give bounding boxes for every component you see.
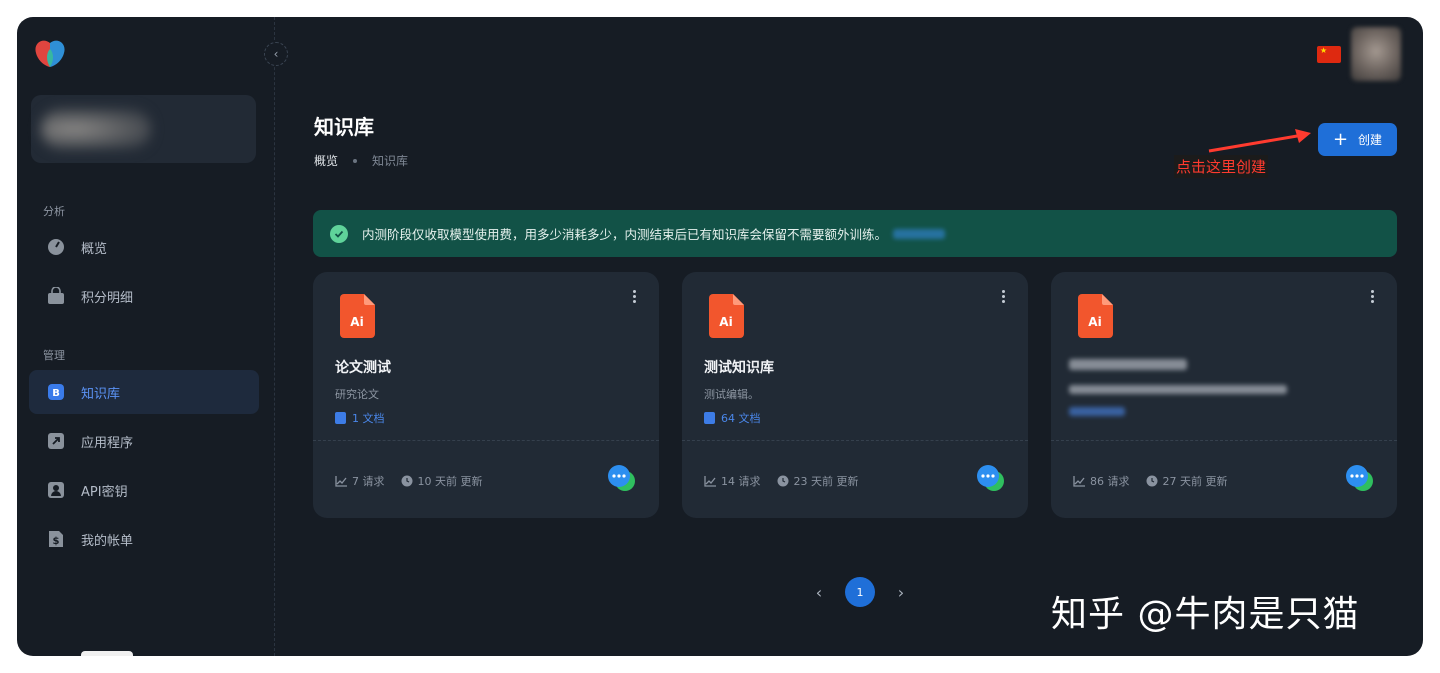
notice-text: 内测阶段仅收取模型使用费，用多少消耗多少，内测结束后已有知识库会保留不需要额外训… (362, 227, 888, 242)
bill-icon: $ (47, 530, 65, 548)
create-button-label: 创建 (1358, 133, 1383, 147)
chart-line-icon (335, 475, 347, 487)
breadcrumb-current: 知识库 (372, 154, 409, 168)
card-doc-count-blurred (1069, 407, 1125, 416)
knowledge-card[interactable]: Ai 86 请求 27 天前 更新 (1051, 272, 1397, 518)
svg-text:Ai: Ai (1088, 315, 1101, 329)
next-page-button[interactable]: › (891, 583, 911, 602)
account-card[interactable] (31, 95, 256, 163)
more-vertical-icon[interactable] (1002, 290, 1006, 305)
sidebar-item-label: API密钥 (81, 484, 128, 500)
bag-icon (47, 287, 65, 305)
clock-icon (401, 475, 412, 487)
pagination: ‹ 1 › (809, 577, 911, 607)
prev-page-button[interactable]: ‹ (809, 583, 829, 602)
request-count: 86 请求 (1090, 475, 1130, 488)
doc-count-label: 1 文档 (352, 412, 385, 425)
ai-file-icon: Ai (709, 294, 744, 338)
svg-text:Ai: Ai (719, 315, 732, 329)
sidebar-item-overview[interactable]: 概览 (29, 225, 259, 269)
app-window: 分析 概览 积分明细 管理 B 知识库 应用程序 API密钥 $ 我的帐单 ‹ … (17, 17, 1423, 656)
section-label-analysis: 分析 (43, 205, 65, 218)
svg-text:B: B (52, 388, 60, 399)
card-title-blurred (1069, 359, 1187, 370)
language-flag-icon[interactable]: ★ (1317, 46, 1341, 63)
svg-text:$: $ (53, 536, 60, 547)
notice-link-blurred[interactable] (893, 228, 946, 239)
check-circle-icon (330, 224, 348, 243)
document-icon (704, 412, 715, 424)
section-label-manage: 管理 (43, 349, 65, 362)
chat-bubble-icon[interactable] (976, 464, 1006, 492)
sidebar-item-label: 应用程序 (81, 435, 134, 451)
sidebar-item-billing[interactable]: $ 我的帐单 (29, 517, 259, 561)
breadcrumb-separator (353, 158, 358, 163)
more-vertical-icon[interactable] (633, 290, 637, 305)
dashboard-icon (47, 238, 65, 256)
more-vertical-icon[interactable] (1371, 290, 1375, 305)
sidebar-item-label: 积分明细 (81, 290, 134, 306)
chat-bubble-icon[interactable] (607, 464, 637, 492)
app-logo-icon[interactable] (33, 39, 67, 69)
clock-icon (777, 475, 788, 487)
sidebar-item-knowledge-base[interactable]: B 知识库 (29, 370, 259, 414)
app-arrow-icon (47, 432, 65, 450)
sidebar-item-points[interactable]: 积分明细 (29, 274, 259, 318)
card-divider (313, 440, 659, 441)
ai-file-icon: Ai (1078, 294, 1113, 338)
ai-file-icon: Ai (340, 294, 375, 338)
request-count: 7 请求 (352, 475, 385, 488)
plus-icon: + (1332, 128, 1349, 150)
chart-line-icon (1073, 475, 1085, 487)
clock-icon (1146, 475, 1157, 487)
breadcrumb: 概览 知识库 (314, 152, 408, 169)
card-title: 论文测试 (335, 360, 391, 376)
chart-line-icon (704, 475, 716, 487)
chat-bubble-icon[interactable] (1345, 464, 1375, 492)
card-doc-count[interactable]: 64 文档 (704, 410, 761, 426)
sidebar-item-api-keys[interactable]: API密钥 (29, 468, 259, 512)
card-description-blurred (1069, 385, 1287, 394)
chevron-left-icon: ‹ (273, 47, 279, 61)
card-divider (682, 440, 1028, 441)
annotation-text: 点击这里创建 (1174, 155, 1269, 178)
card-doc-count[interactable]: 1 文档 (335, 410, 385, 426)
sidebar-item-label: 知识库 (81, 386, 121, 402)
card-description: 测试编辑。 (704, 388, 759, 401)
collapse-sidebar-button[interactable]: ‹ (264, 42, 288, 66)
card-divider (1051, 440, 1397, 441)
svg-text:Ai: Ai (350, 315, 363, 329)
user-key-icon (47, 481, 65, 499)
card-title: 测试知识库 (704, 360, 774, 376)
sidebar-item-applications[interactable]: 应用程序 (29, 419, 259, 463)
knowledge-base-icon: B (47, 383, 65, 401)
annotation-arrow-icon (1208, 129, 1311, 153)
knowledge-card[interactable]: Ai 论文测试 研究论文 1 文档 7 请求 10 天前 更新 (313, 272, 659, 518)
card-stats: 7 请求 10 天前 更新 (335, 473, 499, 489)
sidebar-item-label: 我的帐单 (81, 533, 134, 549)
updated-time: 27 天前 更新 (1162, 475, 1228, 488)
sidebar: 分析 概览 积分明细 管理 B 知识库 应用程序 API密钥 $ 我的帐单 (17, 17, 275, 656)
updated-time: 23 天前 更新 (793, 475, 859, 488)
updated-time: 10 天前 更新 (417, 475, 483, 488)
avatar[interactable] (1351, 27, 1401, 81)
card-description: 研究论文 (335, 388, 379, 401)
breadcrumb-overview[interactable]: 概览 (314, 152, 338, 169)
document-icon (335, 412, 346, 424)
knowledge-card[interactable]: Ai 测试知识库 测试编辑。 64 文档 14 请求 23 天前 更新 (682, 272, 1028, 518)
card-stats: 86 请求 27 天前 更新 (1073, 473, 1244, 489)
info-notice: 内测阶段仅收取模型使用费，用多少消耗多少，内测结束后已有知识库会保留不需要额外训… (313, 210, 1397, 257)
page-button-current[interactable]: 1 (845, 577, 875, 607)
sidebar-item-label: 概览 (81, 241, 108, 257)
watermark: 知乎 @牛肉是只猫 (1051, 594, 1360, 635)
doc-count-label: 64 文档 (721, 412, 761, 425)
create-button[interactable]: + 创建 (1318, 123, 1397, 156)
account-avatar-blurred (41, 109, 151, 149)
bottom-chip (81, 651, 133, 656)
page-title: 知识库 (314, 115, 374, 139)
request-count: 14 请求 (721, 475, 761, 488)
card-stats: 14 请求 23 天前 更新 (704, 473, 875, 489)
